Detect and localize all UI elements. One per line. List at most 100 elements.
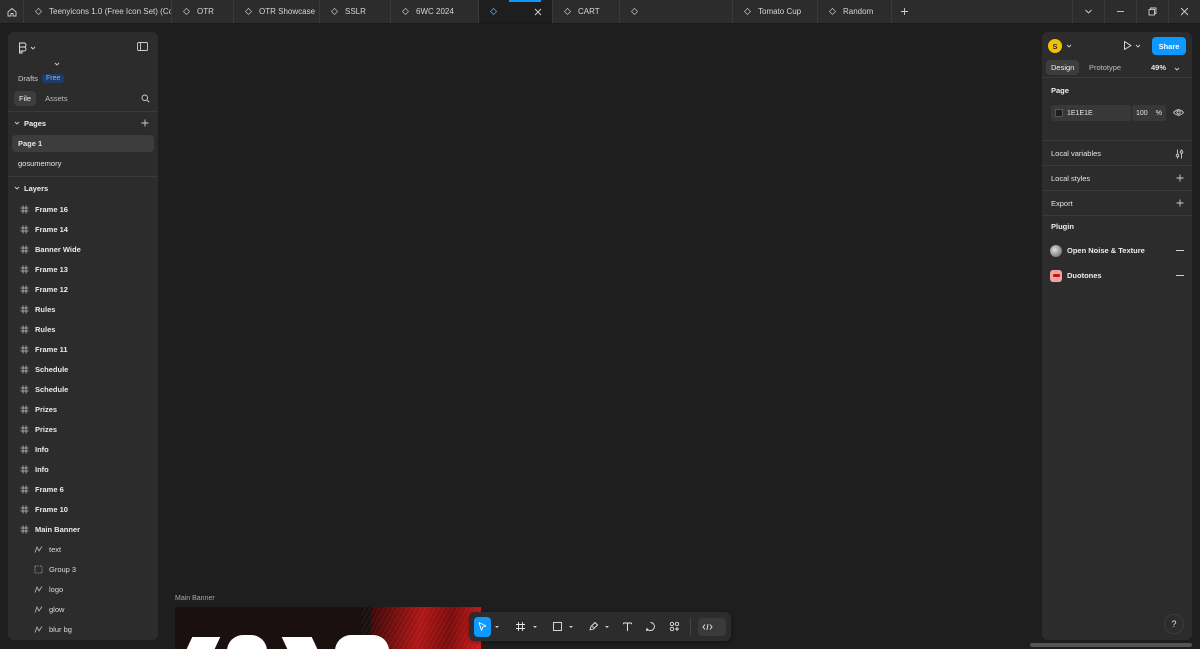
avatar[interactable]: S — [1048, 39, 1062, 53]
layer-item[interactable]: Prizes — [8, 399, 158, 419]
layer-item[interactable]: Frame 12 — [8, 279, 158, 299]
main-menu-button[interactable] — [18, 42, 36, 54]
close-icon[interactable] — [534, 8, 542, 16]
bottom-scrollbar[interactable] — [1030, 643, 1192, 647]
shape-tool-menu[interactable] — [568, 617, 575, 637]
close-window-button[interactable] — [1168, 0, 1200, 23]
collapse-icon[interactable] — [1176, 250, 1184, 251]
layer-item[interactable]: Rules — [8, 299, 158, 319]
plus-icon[interactable] — [1176, 199, 1184, 207]
background-opacity-input[interactable]: 100 % — [1132, 105, 1166, 121]
variables-settings-icon[interactable] — [1175, 149, 1184, 159]
background-color-input[interactable]: 1E1E1E — [1051, 105, 1131, 121]
shape-tool-button[interactable] — [548, 617, 565, 637]
layer-item[interactable]: Schedule — [8, 379, 158, 399]
plus-icon[interactable] — [1176, 174, 1184, 182]
layer-item[interactable]: Frame 13 — [8, 259, 158, 279]
main-banner-frame[interactable] — [175, 607, 481, 649]
sidebar-toggle-button[interactable] — [137, 42, 148, 53]
layer-item[interactable]: Frame 10 — [8, 499, 158, 519]
tab-otr[interactable]: OTR — [172, 0, 234, 23]
home-icon — [7, 7, 16, 16]
tab-teenyicons[interactable]: Teenyicons 1.0 (Free Icon Set) (Comm — [24, 0, 172, 23]
tab-menu-button[interactable] — [1072, 0, 1104, 23]
zoom-level[interactable]: 49% — [1151, 63, 1166, 72]
new-tab-button[interactable] — [892, 0, 916, 23]
frame-icon — [516, 622, 526, 631]
move-tool-menu[interactable] — [493, 617, 500, 637]
eye-icon[interactable] — [1173, 108, 1184, 117]
frame-icon — [20, 245, 29, 253]
color-swatch[interactable] — [1055, 109, 1063, 117]
layer-item[interactable]: Schedule — [8, 359, 158, 379]
restore-icon — [1148, 7, 1157, 16]
home-button[interactable] — [0, 0, 24, 23]
tab-random[interactable]: Random — [818, 0, 892, 23]
tab-otr-showcase[interactable]: OTR Showcase — [234, 0, 320, 23]
frame-label[interactable]: Main Banner — [175, 595, 215, 602]
layer-item[interactable]: Info — [8, 439, 158, 459]
layer-item[interactable]: logo — [8, 579, 158, 599]
layer-item[interactable]: Prizes — [8, 419, 158, 439]
plugin-item[interactable]: Duotones — [1042, 263, 1192, 288]
chevron-down-icon[interactable] — [1066, 43, 1072, 49]
export-row[interactable]: Export — [1042, 191, 1192, 216]
pen-tool-menu[interactable] — [604, 617, 611, 637]
layer-item[interactable]: Frame 16 — [8, 199, 158, 219]
collapse-icon[interactable] — [1176, 275, 1184, 276]
tab-6wc-2024[interactable]: 6WC 2024 — [391, 0, 479, 23]
restore-button[interactable] — [1136, 0, 1168, 23]
add-page-icon[interactable] — [141, 119, 149, 127]
pen-tool-button[interactable] — [585, 617, 602, 637]
layer-label: Frame 16 — [35, 204, 68, 214]
tab-file[interactable]: File — [14, 91, 37, 106]
move-tool-button[interactable] — [474, 616, 492, 637]
tab-label: Random — [843, 7, 874, 16]
layer-item[interactable]: Rules — [8, 319, 158, 339]
help-button[interactable]: ? — [1164, 614, 1184, 634]
tab-sslr[interactable]: SSLR — [320, 0, 391, 23]
frame-tool-menu[interactable] — [532, 617, 539, 637]
layer-item[interactable]: glow — [8, 599, 158, 619]
tab-design[interactable]: Design — [1046, 60, 1080, 75]
chevron-down-icon[interactable] — [1135, 43, 1141, 49]
frame-tool-button[interactable] — [512, 617, 529, 637]
layer-item[interactable]: Info — [8, 459, 158, 479]
actions-tool-button[interactable] — [666, 617, 683, 637]
tab-tomato-cup[interactable]: Tomato Cup — [733, 0, 818, 23]
search-button[interactable] — [141, 94, 150, 105]
comment-tool-button[interactable] — [642, 617, 659, 637]
local-styles-label: Local styles — [1051, 173, 1091, 183]
local-styles-row[interactable]: Local styles — [1042, 166, 1192, 191]
chevron-down-icon[interactable] — [1174, 66, 1180, 72]
tab-active-file[interactable] — [479, 0, 553, 23]
local-variables-row[interactable]: Local variables — [1042, 141, 1192, 166]
page-item[interactable]: Page 1 — [12, 135, 154, 152]
pages-header[interactable]: Pages — [8, 112, 158, 134]
present-play-icon[interactable] — [1122, 40, 1133, 51]
layer-item[interactable]: blur bg — [8, 619, 158, 639]
layer-item[interactable]: Frame 6 — [8, 479, 158, 499]
tab-cart[interactable]: CART — [553, 0, 620, 23]
tab-assets[interactable]: Assets — [40, 91, 73, 106]
layer-label: Rules — [35, 324, 56, 334]
layer-item[interactable]: Frame 11 — [8, 339, 158, 359]
layer-item[interactable]: Main Banner — [8, 519, 158, 539]
tab-untitled[interactable] — [620, 0, 733, 23]
page-item[interactable]: gosumemory — [12, 155, 154, 172]
layer-item[interactable]: text — [8, 539, 158, 559]
minimize-button[interactable] — [1104, 0, 1136, 23]
vector-icon — [34, 625, 43, 633]
layer-item[interactable]: Frame 14 — [8, 219, 158, 239]
plugin-item[interactable]: Open Noise & Texture — [1042, 238, 1192, 263]
project-location[interactable]: Drafts Free — [18, 62, 65, 83]
share-button[interactable]: Share — [1152, 37, 1186, 55]
tab-prototype[interactable]: Prototype — [1084, 60, 1126, 75]
layer-item[interactable]: Group 3 — [8, 559, 158, 579]
dev-mode-toggle[interactable] — [697, 617, 726, 636]
text-tool-button[interactable] — [619, 617, 636, 637]
layer-label: glow — [49, 604, 65, 614]
layer-item[interactable]: Banner Wide — [8, 239, 158, 259]
code-icon — [702, 623, 713, 630]
layers-header[interactable]: Layers — [8, 177, 158, 199]
